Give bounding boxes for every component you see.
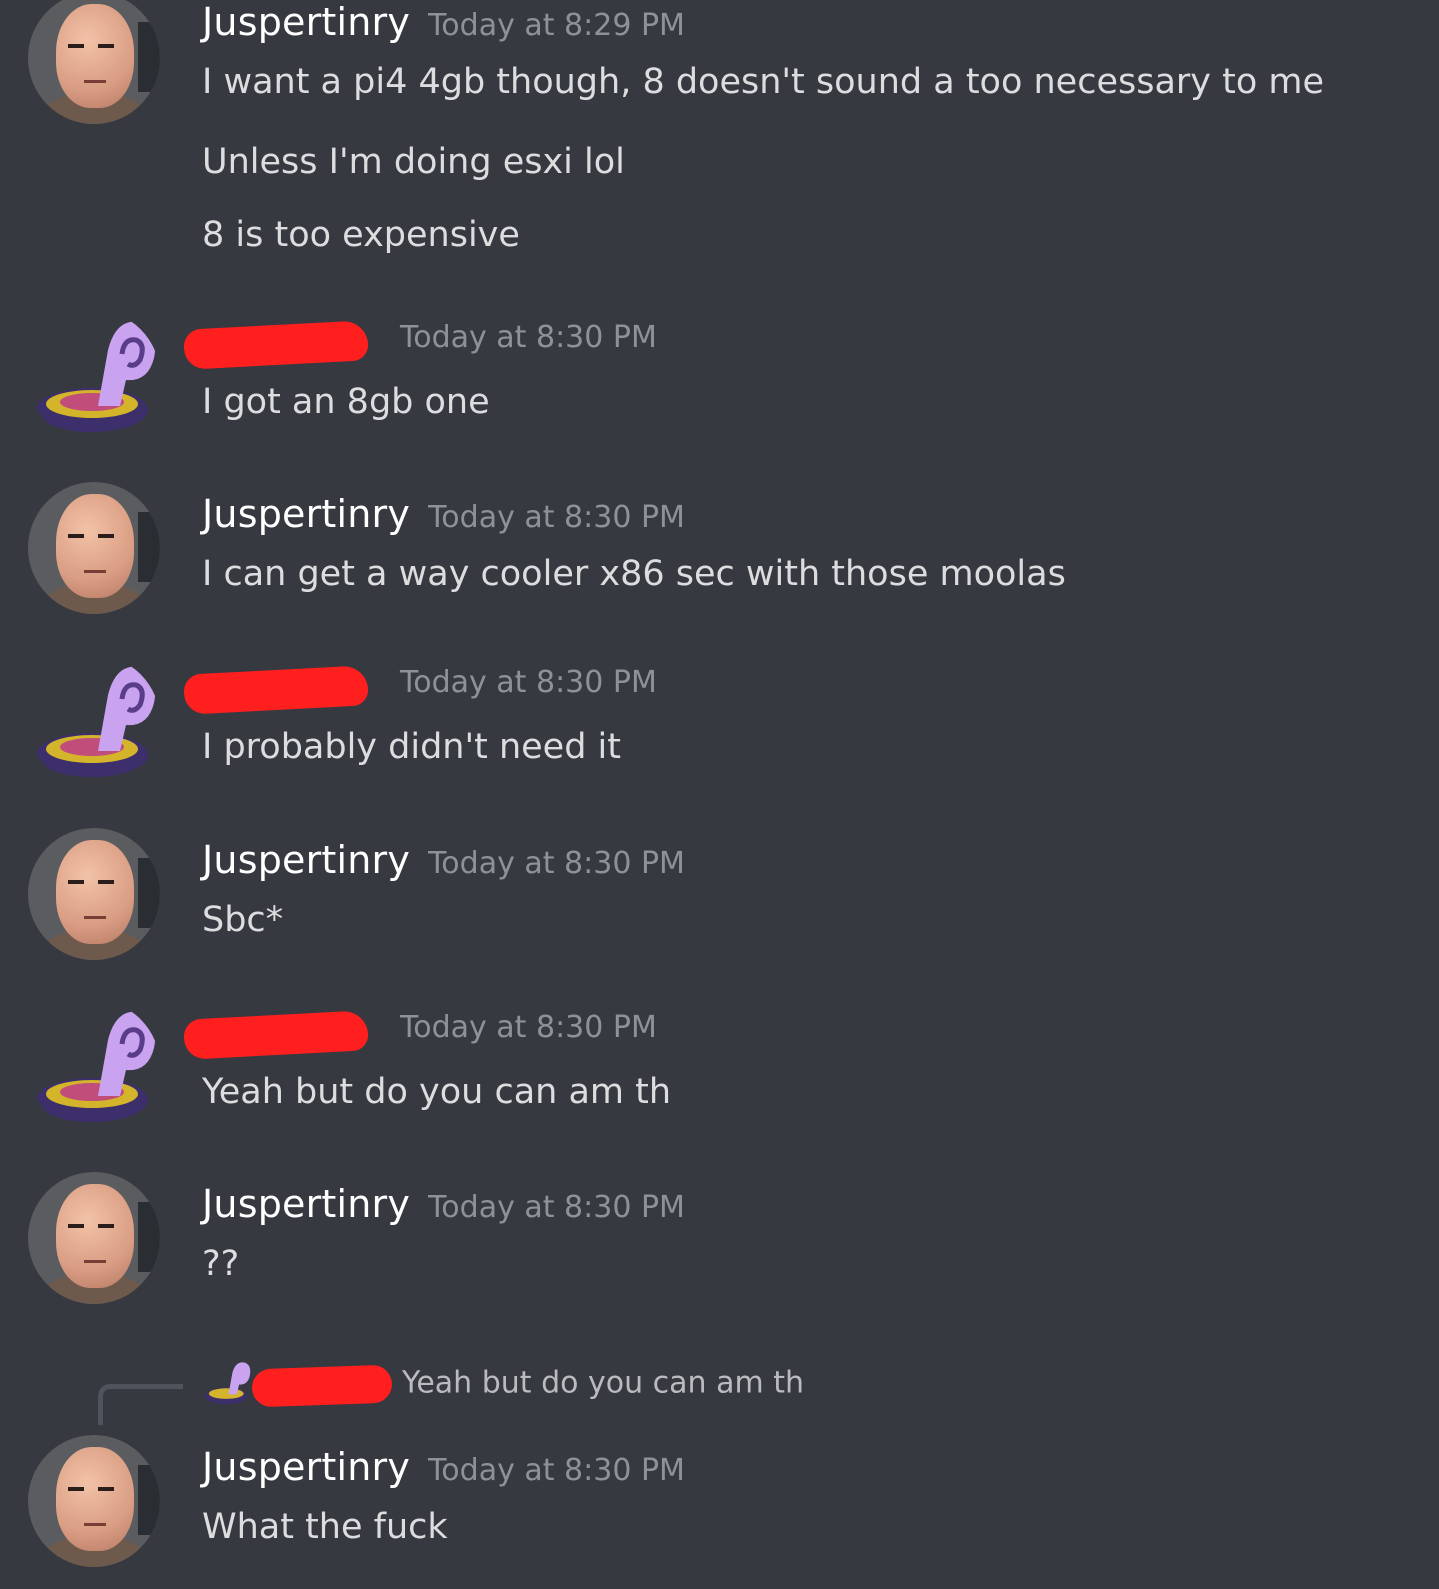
username[interactable]: Juspertinry (202, 1445, 410, 1489)
timestamp: Today at 8:30 PM (400, 665, 657, 700)
user-avatar[interactable] (28, 1172, 160, 1304)
reply-avatar (202, 1358, 252, 1408)
timestamp: Today at 8:30 PM (428, 500, 685, 535)
timestamp: Today at 8:30 PM (400, 1010, 657, 1045)
timestamp: Today at 8:30 PM (428, 1453, 685, 1488)
message-text: Sbc* (202, 900, 284, 940)
message-text: I probably didn't need it (202, 727, 621, 767)
timestamp: Today at 8:29 PM (428, 8, 685, 43)
timestamp: Today at 8:30 PM (400, 320, 657, 355)
username[interactable]: Juspertinry (202, 492, 410, 536)
timestamp: Today at 8:30 PM (428, 846, 685, 881)
message-text: I got an 8gb one (202, 382, 490, 422)
message-text: Unless I'm doing esxi lol (202, 142, 625, 182)
message-text: 8 is too expensive (202, 215, 520, 255)
user-avatar[interactable] (28, 310, 160, 442)
message-text: I want a pi4 4gb though, 8 doesn't sound… (202, 62, 1325, 102)
user-avatar[interactable] (28, 1000, 160, 1132)
username[interactable]: Juspertinry (202, 1182, 410, 1226)
message-text: I can get a way cooler x86 sec with thos… (202, 554, 1066, 594)
user-avatar[interactable] (28, 655, 160, 787)
user-avatar[interactable] (28, 1435, 160, 1567)
reply-text: Yeah but do you can am th (402, 1365, 805, 1401)
user-avatar[interactable] (28, 0, 160, 124)
username[interactable]: Juspertinry (202, 838, 410, 882)
user-avatar[interactable] (28, 482, 160, 614)
reply-reference[interactable]: Yeah but do you can am th (202, 1358, 804, 1408)
message-text: What the fuck (202, 1507, 448, 1547)
redacted-reply-username (251, 1361, 402, 1408)
message-text: Yeah but do you can am th (202, 1072, 672, 1112)
reply-connector (98, 1384, 183, 1425)
redacted-username (183, 319, 382, 370)
username[interactable]: Juspertinry (202, 0, 410, 44)
redacted-username (183, 1009, 382, 1060)
redacted-username (183, 664, 382, 715)
message-text: ?? (202, 1244, 240, 1284)
timestamp: Today at 8:30 PM (428, 1190, 685, 1225)
user-avatar[interactable] (28, 828, 160, 960)
